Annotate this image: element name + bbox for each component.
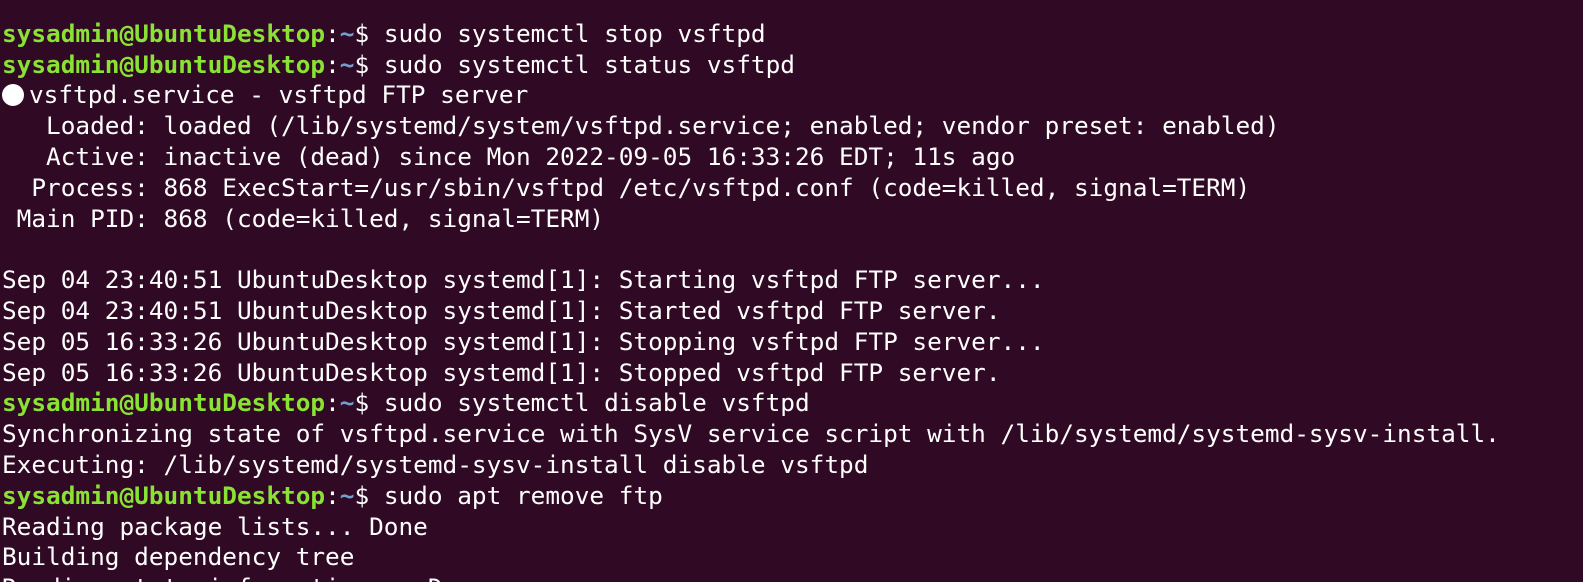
prompt-symbol: $ <box>354 480 384 510</box>
prompt-line: sysadmin@UbuntuDesktop:~$ sudo apt remov… <box>2 481 1500 512</box>
output-line: Reading state information... Done <box>2 573 1500 582</box>
output-line: Building dependency tree <box>2 542 355 572</box>
prompt-colon: : <box>325 480 340 510</box>
prompt-line: sysadmin@UbuntuDesktop:~$ sudo systemctl… <box>2 19 1500 50</box>
prompt-path: ~ <box>339 49 355 79</box>
prompt-colon: : <box>325 18 340 48</box>
output-line: Sep 04 23:40:51 UbuntuDesktop systemd[1]… <box>2 265 1045 295</box>
output-line: Sep 04 23:40:51 UbuntuDesktop systemd[1]… <box>2 295 1001 325</box>
service-status-line: vsftpd.service - vsftpd FTP server <box>2 80 1500 111</box>
service-status-text: vsftpd.service - vsftpd FTP server <box>29 80 529 110</box>
prompt-path: ~ <box>339 480 355 510</box>
terminal-output: sysadmin@UbuntuDesktop:~$ sudo systemctl… <box>2 0 1500 582</box>
prompt-symbol: $ <box>354 388 384 418</box>
prompt-symbol: $ <box>354 49 384 79</box>
command-text: sudo systemctl disable vsftpd <box>383 388 810 418</box>
output-line: Process: 868 ExecStart=/usr/sbin/vsftpd … <box>2 172 1251 202</box>
prompt-colon: : <box>325 388 340 418</box>
prompt-colon: : <box>325 49 340 79</box>
terminal-window[interactable]: sysadmin@UbuntuDesktop:~$ sudo systemctl… <box>0 0 1583 582</box>
output-line: Sep 05 16:33:26 UbuntuDesktop systemd[1]… <box>2 357 1001 387</box>
command-text: sudo systemctl stop vsftpd <box>383 18 766 48</box>
prompt-user-host: sysadmin@UbuntuDesktop <box>2 388 326 418</box>
prompt-path: ~ <box>339 18 355 48</box>
output-line: Reading package lists... Done <box>2 511 428 541</box>
prompt-user-host: sysadmin@UbuntuDesktop <box>2 18 326 48</box>
prompt-user-host: sysadmin@UbuntuDesktop <box>2 49 326 79</box>
output-line: Sep 05 16:33:26 UbuntuDesktop systemd[1]… <box>2 326 1045 356</box>
output-line: Active: inactive (dead) since Mon 2022-0… <box>2 141 1016 171</box>
output-line: Executing: /lib/systemd/systemd-sysv-ins… <box>2 449 869 479</box>
command-text: sudo systemctl status vsftpd <box>383 49 795 79</box>
command-text: sudo apt remove ftp <box>383 480 663 510</box>
prompt-user-host: sysadmin@UbuntuDesktop <box>2 480 326 510</box>
output-line: Loaded: loaded (/lib/systemd/system/vsft… <box>2 111 1280 141</box>
status-dot-icon <box>2 84 24 107</box>
prompt-line: sysadmin@UbuntuDesktop:~$ sudo systemctl… <box>2 50 1500 81</box>
output-line: Main PID: 868 (code=killed, signal=TERM) <box>2 203 605 233</box>
prompt-path: ~ <box>339 388 355 418</box>
prompt-symbol: $ <box>354 18 384 48</box>
output-line: Synchronizing state of vsftpd.service wi… <box>2 419 1500 449</box>
prompt-line: sysadmin@UbuntuDesktop:~$ sudo systemctl… <box>2 388 1500 419</box>
